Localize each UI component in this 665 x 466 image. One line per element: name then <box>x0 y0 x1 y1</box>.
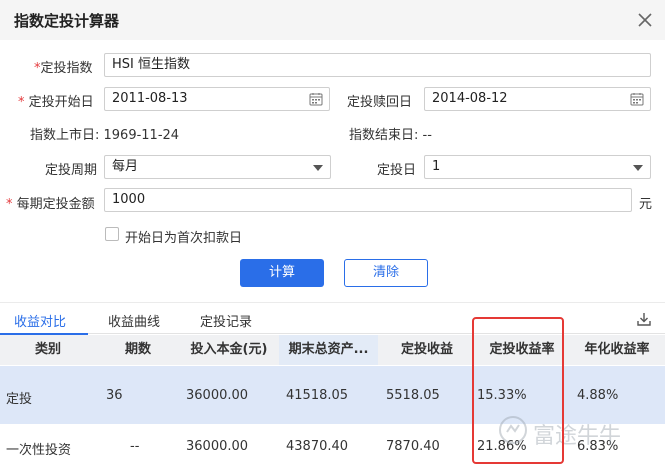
listing-date-text: 指数上市日: 1969-11-24 <box>30 128 180 143</box>
redeem-date-value: 2014-08-12 <box>432 91 508 106</box>
futu-logo-icon <box>499 416 527 444</box>
tab-records[interactable]: 定投记录 <box>200 311 252 330</box>
col-header-return-rate[interactable]: 定投收益率 <box>476 335 568 365</box>
dialog-title-bar: 指数定投计算器 <box>0 0 665 40</box>
amount-input[interactable]: 1000 <box>104 188 632 212</box>
clear-button[interactable]: 清除 <box>344 259 428 287</box>
close-icon[interactable] <box>634 9 656 31</box>
start-date-label: * 定投开始日 <box>18 95 94 110</box>
watermark-text: 富途牛牛 <box>533 424 622 449</box>
cell-annual-rate: 4.88% <box>577 388 619 403</box>
end-date-text: 指数结束日: -- <box>349 128 432 143</box>
chevron-down-icon <box>313 165 323 171</box>
cell-principal: 36000.00 <box>186 439 249 454</box>
col-header-category[interactable]: 类别 <box>0 335 96 365</box>
cell-return-rate: 15.33% <box>477 388 527 403</box>
tab-curve[interactable]: 收益曲线 <box>108 311 160 330</box>
col-header-principal[interactable]: 投入本金(元) <box>180 335 278 365</box>
first-deduct-checkbox[interactable] <box>105 227 119 241</box>
redeem-date-label: 定投赎回日 <box>347 95 413 110</box>
result-tabs: 收益对比 收益曲线 定投记录 <box>0 302 665 335</box>
index-input[interactable]: HSI 恒生指数 <box>104 53 651 77</box>
cell-final-assets: 41518.05 <box>286 388 349 403</box>
calendar-icon[interactable] <box>309 92 323 106</box>
tab-compare[interactable]: 收益对比 <box>14 311 66 330</box>
day-label: 定投日 <box>377 163 417 178</box>
cell-principal: 36000.00 <box>186 388 249 403</box>
period-select[interactable]: 每月 <box>104 155 331 179</box>
chevron-down-icon <box>633 165 643 171</box>
download-icon[interactable] <box>637 312 651 326</box>
col-header-periods[interactable]: 期数 <box>97 335 179 365</box>
day-select[interactable]: 1 <box>424 155 651 179</box>
period-value: 每月 <box>112 159 139 174</box>
day-value: 1 <box>432 159 441 174</box>
start-date-field[interactable]: 2011-08-13 <box>104 87 330 111</box>
cell-profit: 5518.05 <box>386 388 440 403</box>
redeem-date-field[interactable]: 2014-08-12 <box>424 87 651 111</box>
index-label: *定投指数 <box>34 61 93 76</box>
start-date-value: 2011-08-13 <box>112 91 188 106</box>
cell-profit: 7870.40 <box>386 439 440 454</box>
cell-periods: -- <box>130 439 140 454</box>
amount-label: * 每期定投金额 <box>6 197 95 212</box>
watermark: 富途牛牛 <box>497 412 647 449</box>
first-deduct-label[interactable]: 开始日为首次扣款日 <box>125 227 242 246</box>
table-header: 类别 期数 投入本金(元) 期末总资产... 定投收益 定投收益率 年化收益率 <box>0 335 665 365</box>
col-header-final-assets[interactable]: 期末总资产... <box>279 335 378 365</box>
cell-category: 定投 <box>6 392 33 407</box>
cell-category: 一次性投资 <box>6 443 72 458</box>
calendar-icon[interactable] <box>630 92 644 106</box>
calculate-button[interactable]: 计算 <box>240 259 324 287</box>
amount-unit: 元 <box>639 197 653 212</box>
cell-final-assets: 43870.40 <box>286 439 349 454</box>
col-header-profit[interactable]: 定投收益 <box>379 335 475 365</box>
col-header-annual-rate[interactable]: 年化收益率 <box>569 335 665 365</box>
cell-periods: 36 <box>106 388 123 403</box>
period-label: 定投周期 <box>45 163 98 178</box>
dialog-title: 指数定投计算器 <box>14 12 120 30</box>
